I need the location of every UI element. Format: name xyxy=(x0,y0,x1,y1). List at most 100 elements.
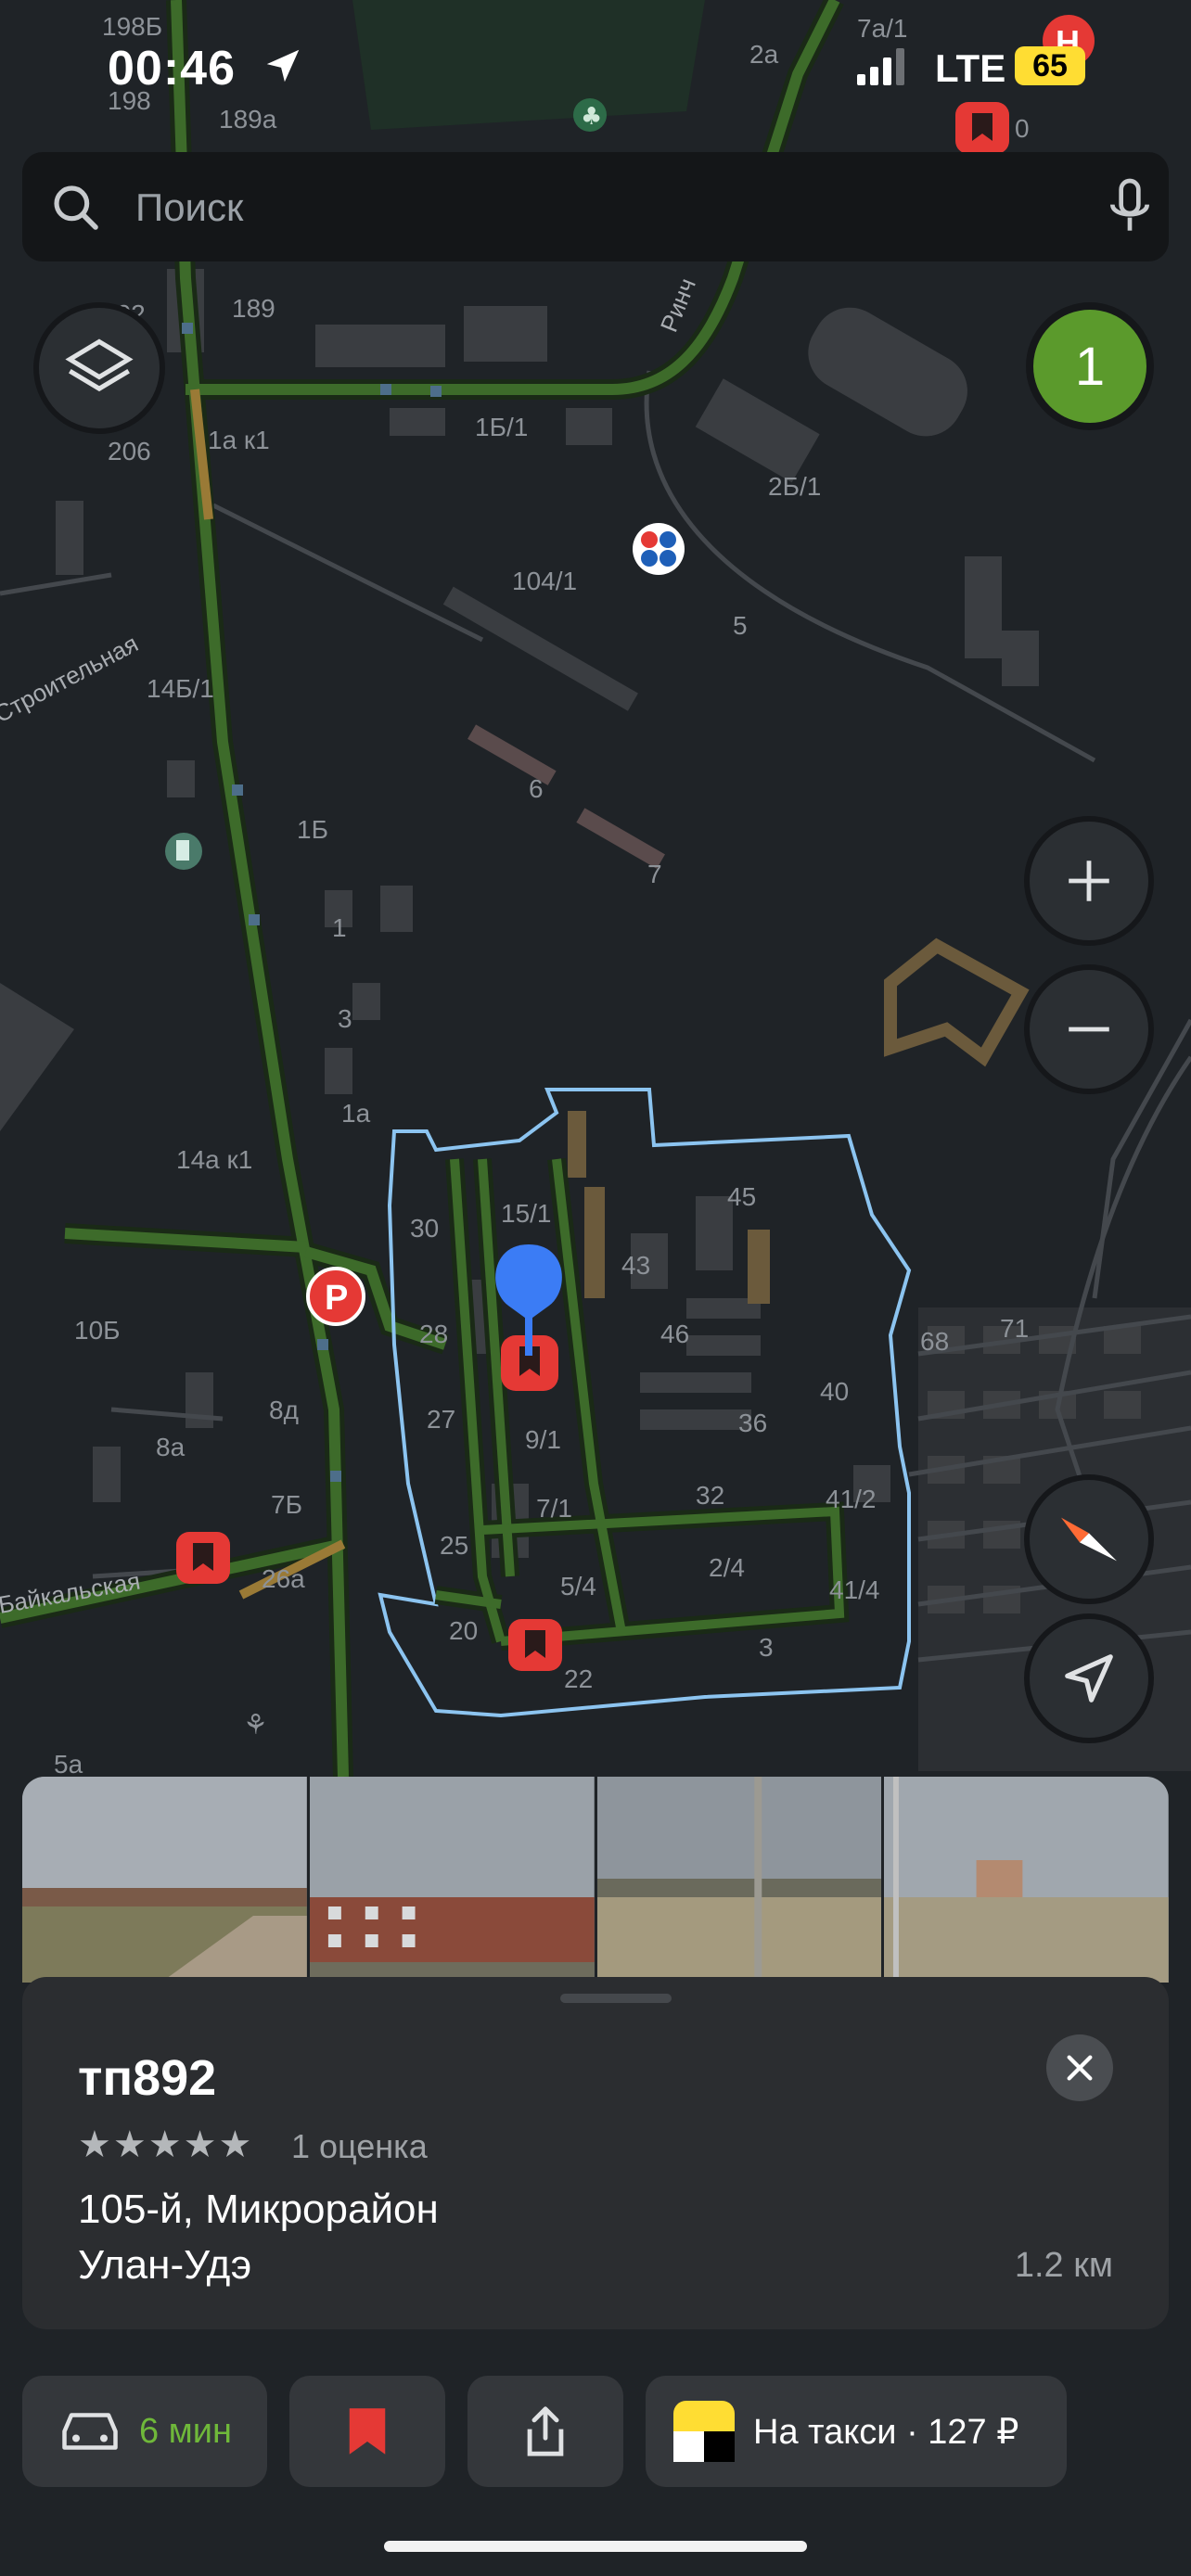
zoom-in-button[interactable] xyxy=(1024,816,1154,946)
map-label: 46 xyxy=(660,1320,689,1348)
fuel-icon xyxy=(165,833,202,870)
layers-icon xyxy=(65,338,134,392)
parking-icon: P xyxy=(306,1267,365,1326)
layers-button[interactable] xyxy=(33,302,165,434)
map-label: 30 xyxy=(410,1214,439,1243)
place-photos[interactable] xyxy=(22,1777,1169,1983)
map-label: 7/1 xyxy=(536,1494,572,1523)
plus-icon xyxy=(1069,861,1109,901)
home-indicator[interactable] xyxy=(384,2541,807,2552)
map-label: 43 xyxy=(621,1251,650,1280)
place-photo[interactable] xyxy=(884,1777,1169,1983)
route-time: 6 мин xyxy=(138,2411,233,2451)
city-line: Улан-Удэ xyxy=(78,2242,252,2288)
map-label: 22 xyxy=(564,1664,593,1693)
map-label: 8а xyxy=(156,1433,186,1461)
compass-icon xyxy=(1061,1517,1117,1562)
svg-text:⚘: ⚘ xyxy=(243,1709,268,1741)
map-label: 104/1 xyxy=(512,567,577,595)
status-time: 00:46 xyxy=(108,42,236,96)
map-label: 1Б xyxy=(297,815,328,844)
map-label: 14а к1 xyxy=(176,1145,252,1174)
flower-icon: ⚘ xyxy=(243,1709,268,1741)
traffic-level-badge[interactable]: 1 xyxy=(1026,302,1154,430)
map-label: 14Б/1 xyxy=(147,674,214,703)
map-label: 41/2 xyxy=(826,1485,877,1513)
mic-icon[interactable] xyxy=(1104,178,1156,236)
rating-count[interactable]: 1 оценка xyxy=(291,2127,428,2166)
bookmark-pin-icon xyxy=(508,1619,562,1671)
map-label: 36 xyxy=(738,1409,767,1437)
map-label: 5 xyxy=(733,611,748,640)
my-location-button[interactable] xyxy=(1024,1613,1154,1743)
place-photo[interactable] xyxy=(22,1777,307,1983)
network-type: LTE xyxy=(935,46,1006,90)
place-card[interactable]: тп892 ★★★★★ 1 оценка 105-й, Микрорайон У… xyxy=(22,1977,1169,2329)
battery-level: 65 xyxy=(1015,46,1085,85)
map-label: 1 xyxy=(332,913,347,942)
map-label: 32 xyxy=(696,1481,724,1510)
map-label: 1а к1 xyxy=(208,426,270,454)
map-label: 40 xyxy=(820,1377,849,1406)
map-label: 189 xyxy=(232,294,275,323)
map-label: 27 xyxy=(427,1405,455,1434)
map-label: 2Б/1 xyxy=(768,472,821,501)
taxi-button[interactable]: На такси · 127 ₽ xyxy=(646,2376,1067,2487)
close-icon xyxy=(1067,2055,1093,2081)
map-label: 3 xyxy=(759,1633,774,1662)
bookmark-pin-icon xyxy=(176,1532,230,1584)
location-arrow-icon xyxy=(266,49,300,83)
rating-stars: ★★★★★ xyxy=(78,2124,254,2165)
search-bar[interactable] xyxy=(22,152,1169,261)
map-label: 8д xyxy=(269,1396,299,1424)
place-title: тп892 xyxy=(78,2050,217,2106)
taxi-label: На такси · 127 ₽ xyxy=(753,2412,1019,2452)
map-label: 5/4 xyxy=(560,1572,596,1600)
navigate-arrow-icon xyxy=(1065,1654,1113,1702)
map-label: 45 xyxy=(727,1182,756,1211)
car-icon xyxy=(62,2413,118,2450)
map-label: 0 xyxy=(1015,114,1030,143)
place-photo[interactable] xyxy=(596,1777,882,1983)
close-button[interactable] xyxy=(1046,2034,1113,2101)
minus-icon xyxy=(1069,1027,1109,1032)
compass-button[interactable] xyxy=(1024,1474,1154,1604)
yandex-taxi-icon xyxy=(673,2401,735,2462)
map-label: 2/4 xyxy=(709,1553,745,1582)
map-label: 1Б/1 xyxy=(475,413,528,441)
map-canvas[interactable]: 198Б198189а 2а7а/10 202189206 1а к11Б/12… xyxy=(0,0,1191,1777)
map-label: 206 xyxy=(108,437,151,465)
status-bar: 00:46 LTE 65 xyxy=(0,28,1191,111)
map-label: 20 xyxy=(449,1616,478,1645)
map-label: 28 xyxy=(419,1320,448,1348)
action-bar: 6 мин На такси · 127 ₽ xyxy=(0,2352,1191,2576)
map-label: 10Б xyxy=(74,1316,121,1345)
search-icon xyxy=(54,185,98,230)
distance: 1.2 км xyxy=(1014,2246,1113,2285)
route-button[interactable]: 6 мин xyxy=(22,2376,267,2487)
place-photo[interactable] xyxy=(309,1777,595,1983)
map-label: 15/1 xyxy=(501,1199,552,1228)
map-label: 9/1 xyxy=(525,1425,561,1454)
map-label: 41/4 xyxy=(829,1575,880,1604)
share-button[interactable] xyxy=(467,2376,623,2487)
cellular-signal-icon xyxy=(857,48,904,85)
bookmark-icon xyxy=(349,2408,386,2455)
map-label: 7Б xyxy=(271,1490,302,1519)
shop-icon xyxy=(633,523,685,575)
map-label: 3 xyxy=(338,1004,352,1033)
search-input[interactable] xyxy=(134,174,1065,241)
map-label: 1а xyxy=(341,1099,371,1128)
address-line: 105-й, Микрорайон xyxy=(78,2187,439,2232)
svg-text:P: P xyxy=(325,1279,348,1318)
map-label: 26а xyxy=(262,1564,305,1593)
map-label: 5а xyxy=(54,1750,83,1777)
map-label: 6 xyxy=(529,774,544,803)
map-label: 68 xyxy=(920,1327,949,1356)
map-label: 25 xyxy=(440,1531,468,1560)
map-label: 71 xyxy=(1000,1314,1029,1343)
drag-handle[interactable] xyxy=(560,1994,672,2003)
zoom-out-button[interactable] xyxy=(1024,964,1154,1094)
map-label: 7 xyxy=(647,860,662,888)
save-button[interactable] xyxy=(289,2376,445,2487)
